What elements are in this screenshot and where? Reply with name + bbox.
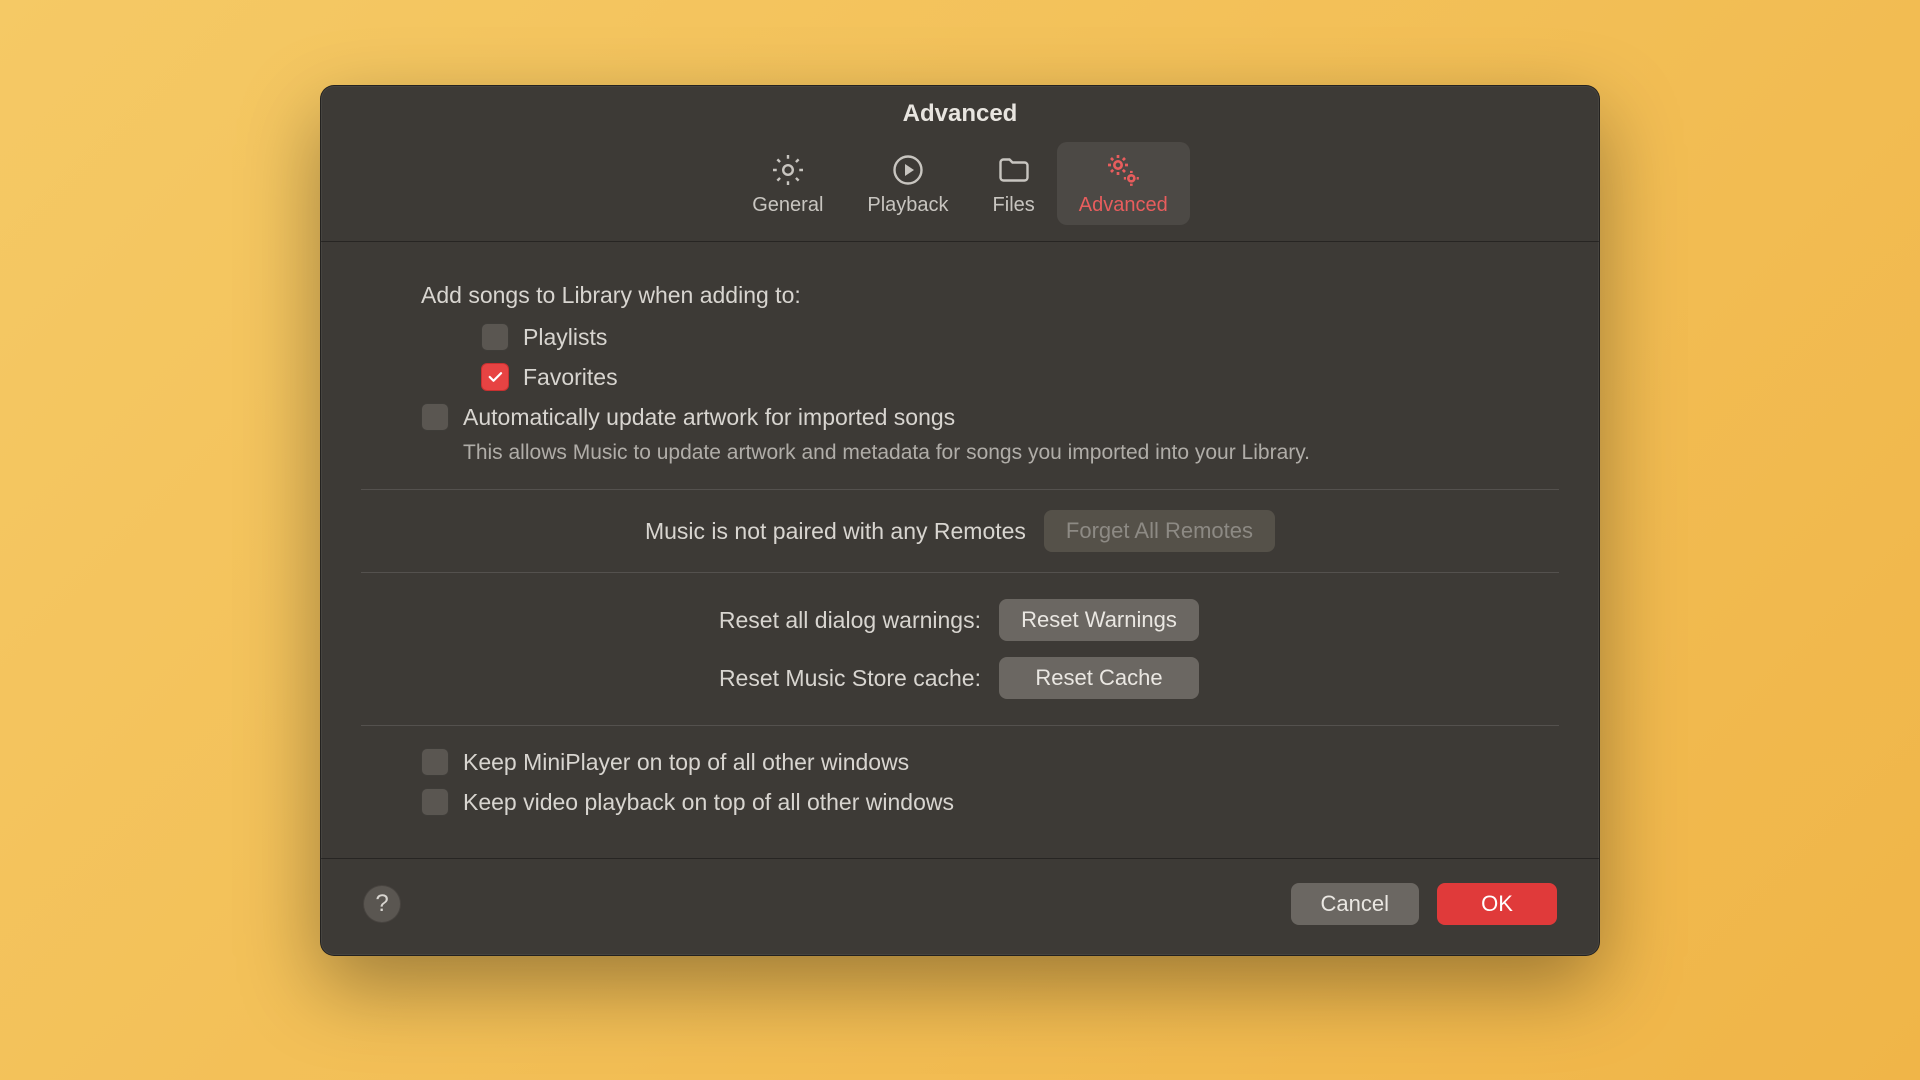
remotes-status: Music is not paired with any Remotes bbox=[645, 518, 1026, 545]
reset-warnings-label: Reset all dialog warnings: bbox=[421, 607, 981, 634]
checkbox-video-ontop[interactable] bbox=[421, 788, 449, 816]
reset-cache-row: Reset Music Store cache: Reset Cache bbox=[421, 649, 1499, 707]
tab-label: Advanced bbox=[1079, 194, 1168, 217]
reset-cache-button[interactable]: Reset Cache bbox=[999, 657, 1199, 699]
preferences-window: Advanced General Playback Files Advanced bbox=[320, 85, 1600, 956]
footer: ? Cancel OK bbox=[321, 858, 1599, 955]
checkbox-auto-artwork[interactable] bbox=[421, 403, 449, 431]
checkbox-playlists[interactable] bbox=[481, 323, 509, 351]
play-circle-icon bbox=[888, 150, 928, 190]
remotes-row: Music is not paired with any Remotes For… bbox=[421, 490, 1499, 572]
tab-files[interactable]: Files bbox=[971, 142, 1057, 225]
window-title: Advanced bbox=[321, 86, 1599, 136]
tab-label: Files bbox=[993, 194, 1035, 217]
checkbox-label: Keep video playback on top of all other … bbox=[463, 789, 954, 816]
checkbox-label: Favorites bbox=[523, 364, 618, 391]
tab-general[interactable]: General bbox=[730, 142, 845, 225]
content-area: Add songs to Library when adding to: Pla… bbox=[321, 242, 1599, 852]
reset-warnings-row: Reset all dialog warnings: Reset Warning… bbox=[421, 591, 1499, 649]
checkbox-label: Automatically update artwork for importe… bbox=[463, 404, 955, 431]
auto-artwork-hint: This allows Music to update artwork and … bbox=[463, 441, 1499, 465]
folder-icon bbox=[994, 150, 1034, 190]
cancel-button[interactable]: Cancel bbox=[1291, 883, 1419, 925]
library-section: Add songs to Library when adding to: Pla… bbox=[421, 282, 1499, 489]
video-ontop-option[interactable]: Keep video playback on top of all other … bbox=[421, 788, 1499, 816]
tab-advanced[interactable]: Advanced bbox=[1057, 142, 1190, 225]
reset-warnings-button[interactable]: Reset Warnings bbox=[999, 599, 1199, 641]
tab-label: General bbox=[752, 194, 823, 217]
miniplayer-ontop-option[interactable]: Keep MiniPlayer on top of all other wind… bbox=[421, 748, 1499, 776]
tab-label: Playback bbox=[867, 194, 948, 217]
reset-cache-label: Reset Music Store cache: bbox=[421, 665, 981, 692]
ok-button[interactable]: OK bbox=[1437, 883, 1557, 925]
forget-remotes-button[interactable]: Forget All Remotes bbox=[1044, 510, 1275, 552]
gears-icon bbox=[1103, 150, 1143, 190]
section-heading: Add songs to Library when adding to: bbox=[421, 282, 1499, 309]
help-button[interactable]: ? bbox=[363, 885, 401, 923]
tab-bar: General Playback Files Advanced bbox=[321, 136, 1599, 242]
checkbox-miniplayer-ontop[interactable] bbox=[421, 748, 449, 776]
auto-artwork-option[interactable]: Automatically update artwork for importe… bbox=[421, 403, 1499, 431]
playlists-option[interactable]: Playlists bbox=[481, 323, 1499, 351]
checkbox-favorites[interactable] bbox=[481, 363, 509, 391]
checkbox-label: Keep MiniPlayer on top of all other wind… bbox=[463, 749, 909, 776]
tab-playback[interactable]: Playback bbox=[845, 142, 970, 225]
favorites-option[interactable]: Favorites bbox=[481, 363, 1499, 391]
gear-icon bbox=[768, 150, 808, 190]
checkbox-label: Playlists bbox=[523, 324, 607, 351]
